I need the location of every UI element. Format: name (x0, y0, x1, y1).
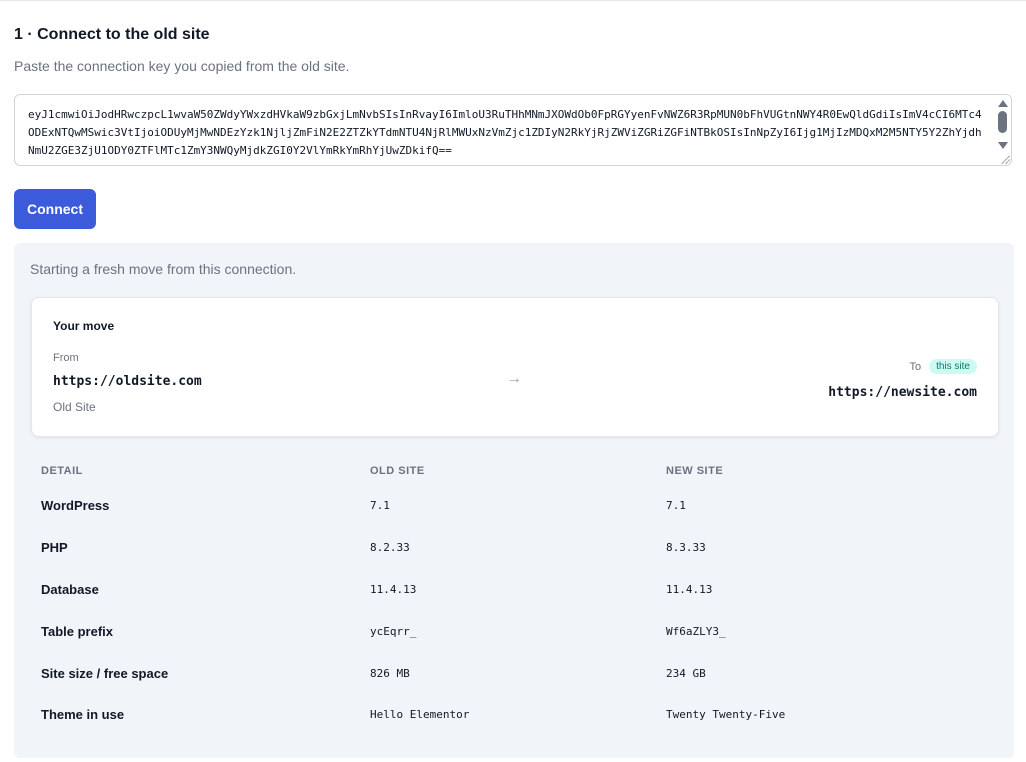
table-row: PHP 8.2.33 8.3.33 (41, 527, 987, 569)
top-divider (0, 0, 1026, 1)
site-details-table: DETAIL OLD SITE NEW SITE WordPress 7.1 7… (41, 457, 987, 736)
row-new-value: Wf6aZLY3_ (666, 624, 726, 638)
scroll-thumb[interactable] (998, 111, 1007, 133)
row-label: Table prefix (41, 623, 114, 639)
table-row: Table prefix ycEqrr_ Wf6aZLY3_ (41, 610, 987, 652)
row-old-value: 826 MB (370, 666, 410, 680)
row-new-value: 7.1 (666, 499, 686, 513)
row-old-value: 7.1 (370, 499, 390, 513)
table-row: Theme in use Hello Elementor Twenty Twen… (41, 694, 987, 736)
header-old-site: OLD SITE (370, 465, 425, 477)
row-new-value: 8.3.33 (666, 541, 706, 555)
this-site-badge: this site (929, 359, 977, 374)
row-label: Site size / free space (41, 665, 169, 681)
to-url: https://newsite.com (828, 385, 977, 400)
connect-button[interactable]: Connect (14, 189, 96, 229)
row-label: Database (41, 581, 99, 597)
step-subtitle: Paste the connection key you copied from… (14, 58, 350, 74)
row-label: PHP (41, 540, 68, 556)
resize-grip-icon[interactable] (1000, 154, 1010, 164)
step-title: 1 · Connect to the old site (14, 26, 210, 43)
header-new-site: NEW SITE (666, 465, 724, 477)
row-label: Theme in use (41, 707, 125, 723)
scroll-up-icon[interactable] (998, 100, 1008, 107)
to-header: To this site (909, 359, 977, 374)
header-detail: DETAIL (41, 465, 83, 477)
move-card-title: Your move (53, 319, 115, 333)
panel-note: Starting a fresh move from this connecti… (30, 261, 297, 277)
row-old-value: 11.4.13 (370, 582, 417, 596)
move-card: Your move From https://oldsite.com Old S… (31, 297, 999, 437)
to-label: To (909, 360, 922, 373)
table-row: Database 11.4.13 11.4.13 (41, 569, 987, 611)
row-label: WordPress (41, 498, 110, 514)
scroll-down-icon[interactable] (998, 142, 1008, 149)
table-header-row: DETAIL OLD SITE NEW SITE (41, 457, 987, 485)
from-site-name: Old Site (53, 400, 96, 414)
from-url: https://oldsite.com (53, 374, 202, 389)
table-row: Site size / free space 826 MB 234 GB (41, 652, 987, 694)
row-old-value: Hello Elementor (370, 708, 470, 722)
row-new-value: 11.4.13 (666, 582, 713, 596)
connection-key-value[interactable]: eyJ1cmwiOiJodHRwczpcL1wvaW50ZWdyYWxzdHVk… (28, 106, 988, 160)
from-label: From (53, 352, 79, 364)
connection-key-textarea[interactable]: eyJ1cmwiOiJodHRwczpcL1wvaW50ZWdyYWxzdHVk… (14, 94, 1012, 166)
row-old-value: 8.2.33 (370, 541, 410, 555)
table-row: WordPress 7.1 7.1 (41, 485, 987, 527)
row-new-value: Twenty Twenty-Five (666, 708, 786, 722)
row-old-value: ycEqrr_ (370, 624, 417, 638)
arrow-right-icon: → (506, 370, 522, 387)
row-new-value: 234 GB (666, 666, 706, 680)
move-summary-panel: Starting a fresh move from this connecti… (14, 243, 1014, 758)
